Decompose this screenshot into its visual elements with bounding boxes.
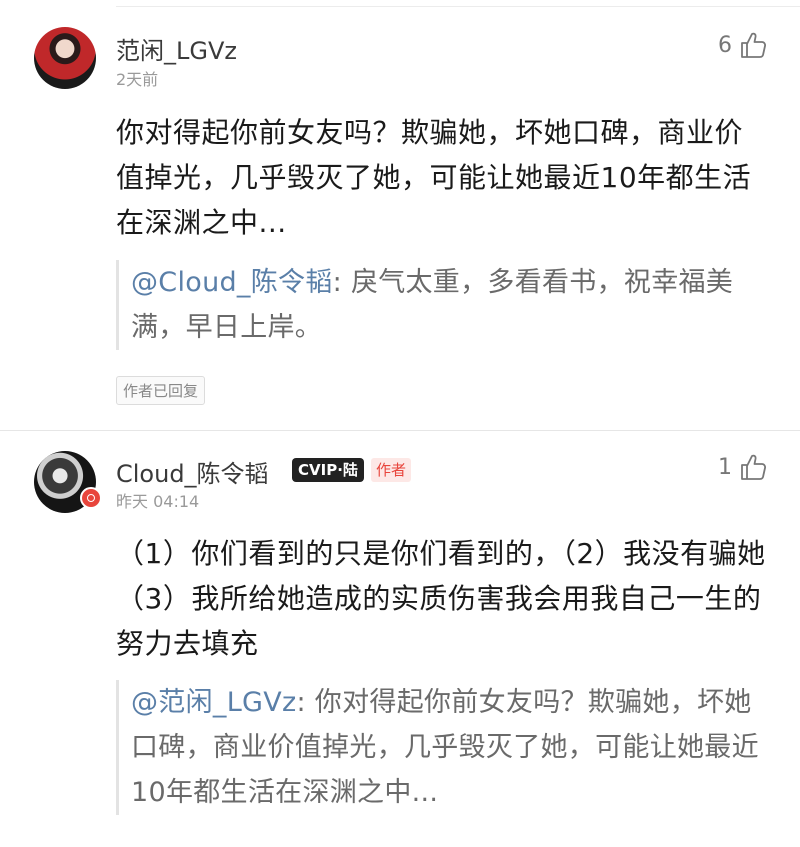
like-button[interactable]: 1 xyxy=(718,452,768,482)
comment-timestamp: 2天前 xyxy=(116,70,159,89)
comment-body: （1）你们看到的只是你们看到的，（2）我没有骗她（3）我所给她造成的实质伤害我会… xyxy=(116,537,766,660)
quoted-reply: @范闲_LGVz: 你对得起你前女友吗？欺骗她，坏她口碑，商业价值掉光，几乎毁灭… xyxy=(116,680,771,815)
like-count: 1 xyxy=(718,454,732,480)
like-button[interactable]: 6 xyxy=(718,30,768,60)
quoted-reply: @Cloud_陈令韬: 戾气太重，多看看书，祝幸福美满，早日上岸。 xyxy=(116,260,771,350)
avatar[interactable] xyxy=(34,27,96,89)
comment-username[interactable]: Cloud_陈令韬 xyxy=(116,454,269,489)
comment-timestamp: 昨天 04:14 xyxy=(116,492,200,511)
comment-item: Cloud_陈令韬 CVIP·陆 作者 昨天 04:14 1 （1）你们看到的只… xyxy=(0,430,800,847)
vip-circle-icon xyxy=(80,487,102,509)
like-count: 6 xyxy=(718,32,732,58)
comment-body: 你对得起你前女友吗？欺骗她，坏她口碑，商业价值掉光，几乎毁灭了她，可能让她最近1… xyxy=(116,116,752,239)
thumbs-up-icon xyxy=(741,454,766,480)
quoted-username[interactable]: @Cloud_陈令韬 xyxy=(131,267,333,298)
vip-badge: CVIP·陆 xyxy=(292,458,364,482)
comment-username[interactable]: 范闲_LGVz xyxy=(116,31,237,66)
thumbs-up-icon xyxy=(741,32,766,58)
quoted-username[interactable]: @范闲_LGVz xyxy=(131,687,297,718)
author-replied-tag: 作者已回复 xyxy=(116,376,206,405)
author-badge: 作者 xyxy=(371,458,412,482)
comment-item: 范闲_LGVz 2天前 6 你对得起你前女友吗？欺骗她，坏她口碑，商业价值掉光，… xyxy=(0,0,800,430)
